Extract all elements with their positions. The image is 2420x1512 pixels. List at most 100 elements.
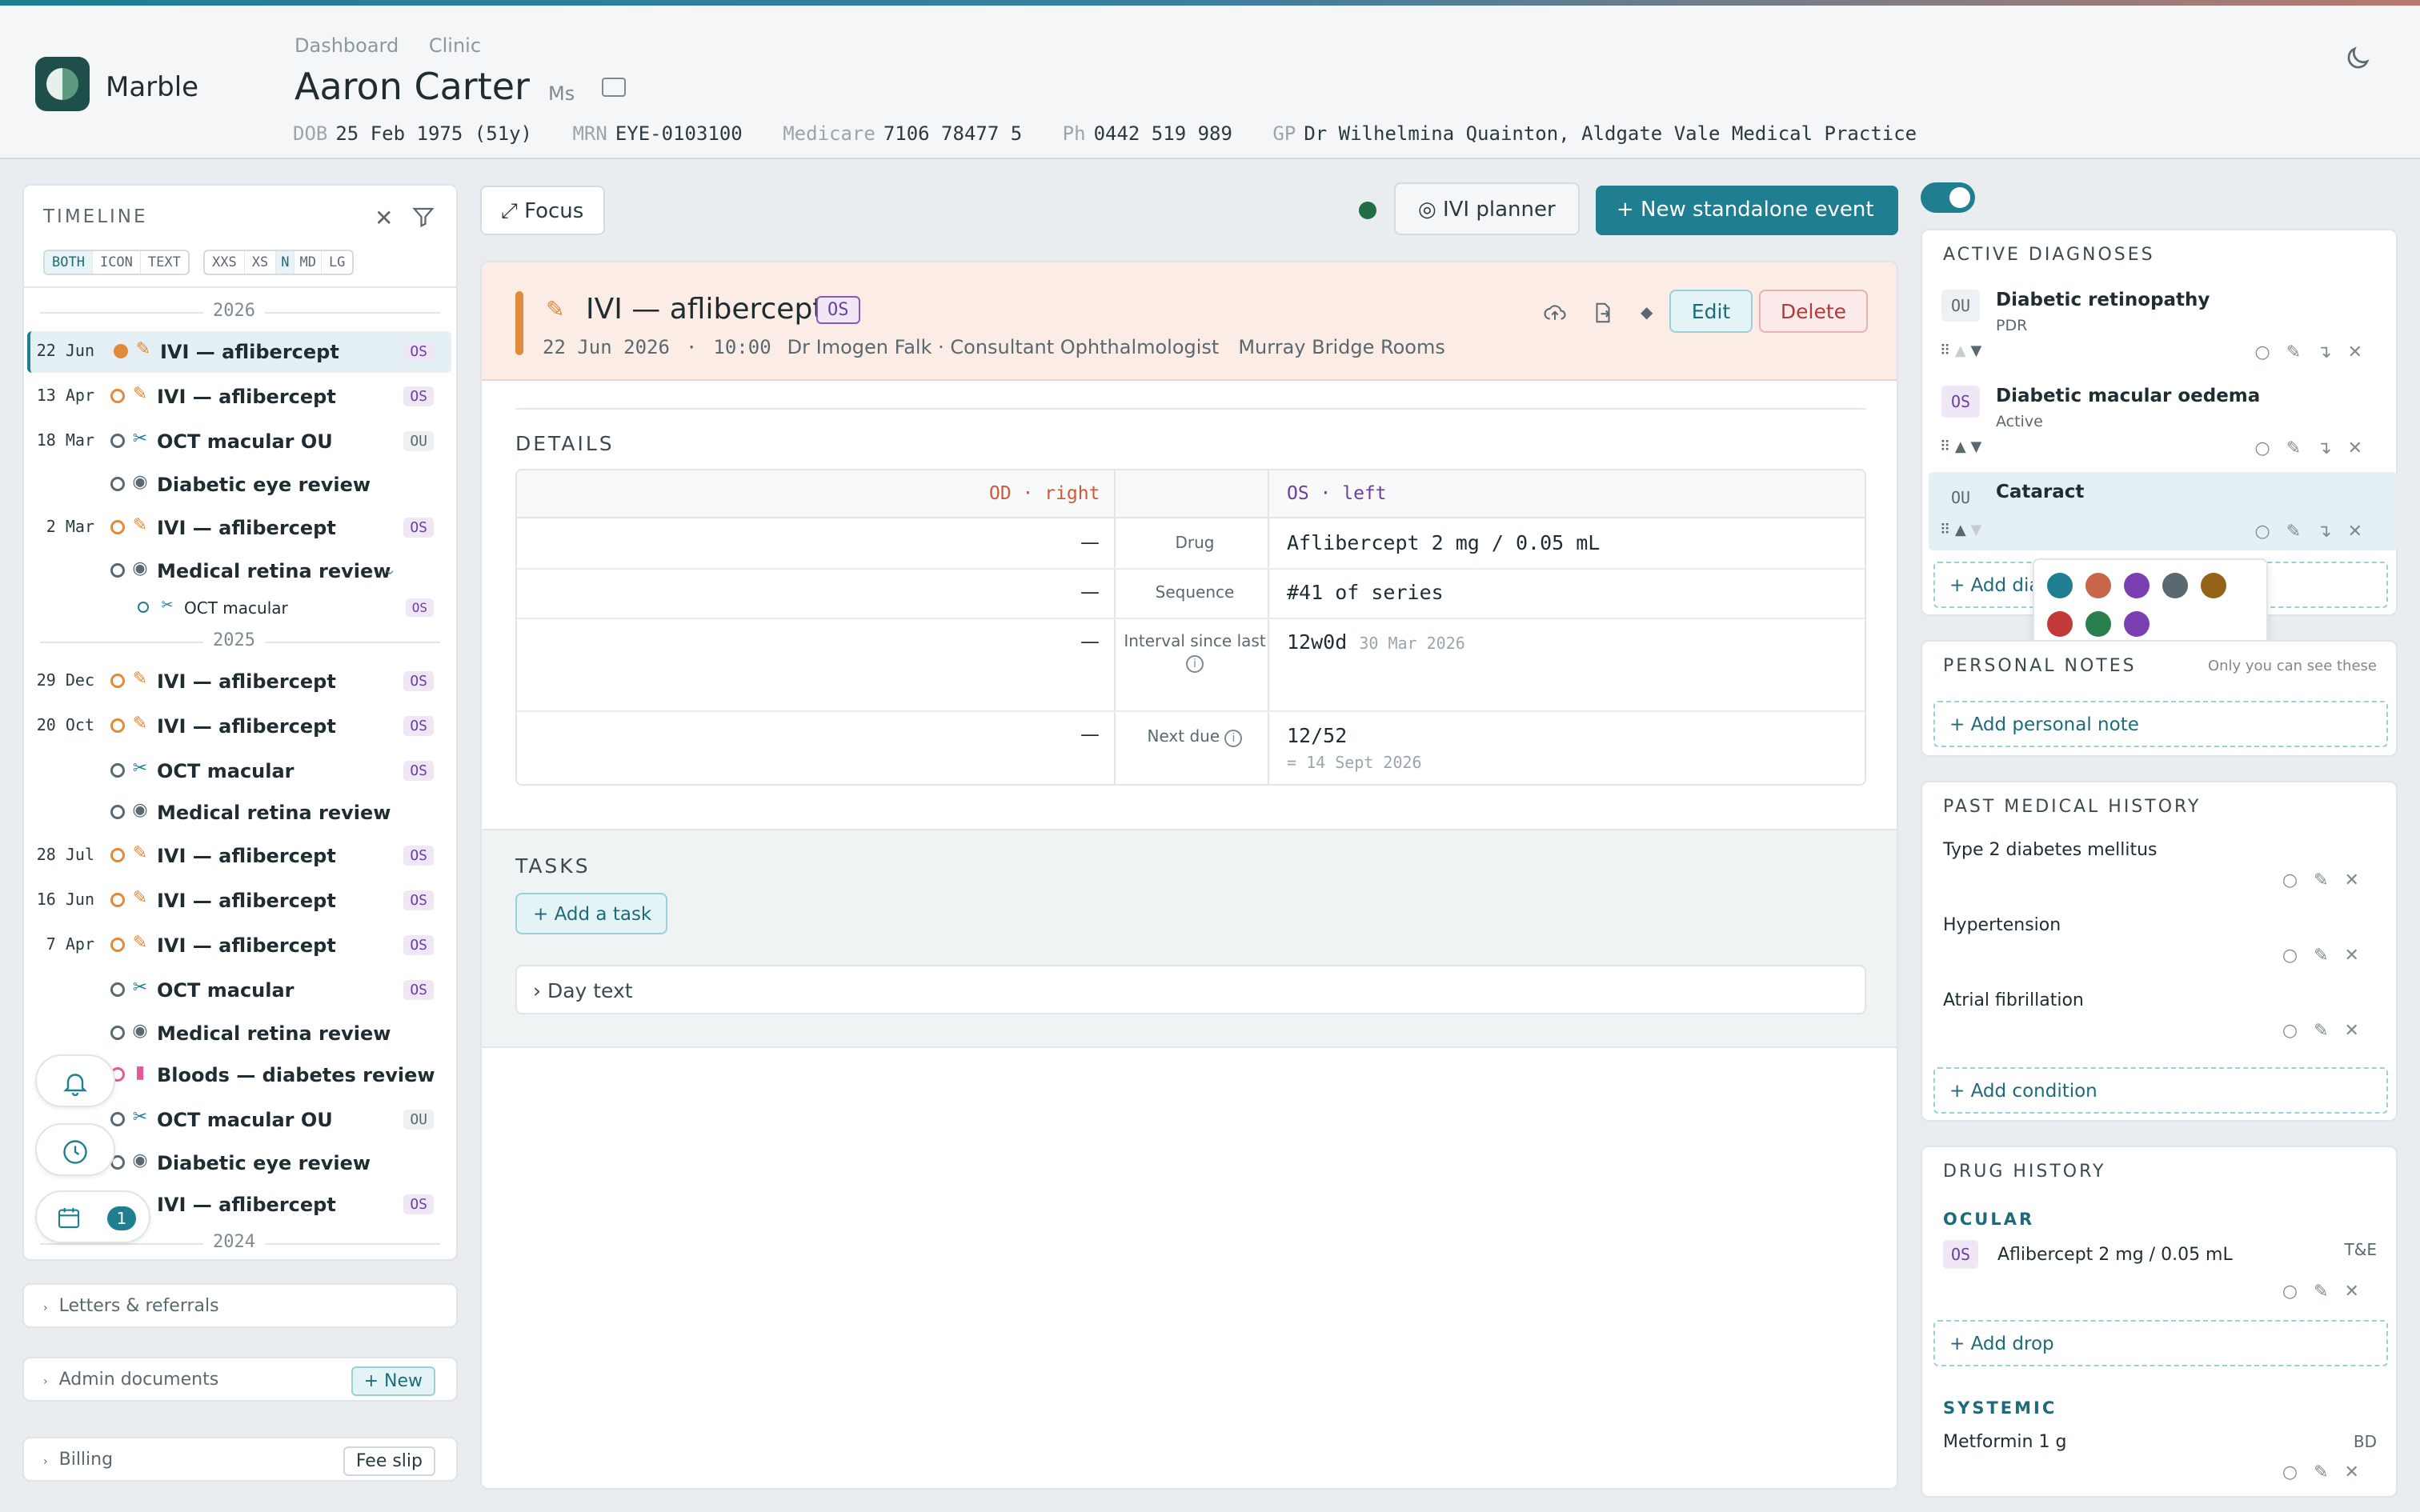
- od-drug-value: —: [1080, 531, 1100, 554]
- year-2026: 2026: [203, 301, 265, 321]
- os-drug-value: Aflibercept 2 mg / 0.05 mL: [1287, 531, 1601, 554]
- colour-swatch[interactable]: [2085, 611, 2111, 637]
- admin-documents-section[interactable]: › Admin documents + New: [22, 1357, 458, 1402]
- diagnosis-row[interactable]: OS Diabetic macular oedema Active ⠿ ▲ ▼ …: [1929, 376, 2398, 469]
- oct-scan-icon: ✂: [161, 597, 174, 614]
- gp-value: Dr Wilhelmina Quainton, Aldgate Vale Med…: [1304, 122, 1917, 145]
- new-standalone-event-button[interactable]: + New standalone event: [1596, 186, 1898, 235]
- info-icon[interactable]: i: [1224, 730, 1243, 747]
- drug-history-panel: DRUG HISTORY OCULAR OS Aflibercept 2 mg …: [1921, 1146, 2398, 1498]
- timeline-item[interactable]: 29 Dec ✎ IVI — aflibercept OS: [27, 661, 451, 702]
- timeline-item[interactable]: 2 Mar ✎ IVI — aflibercept OS: [27, 507, 451, 549]
- size-xxs[interactable]: XXS: [205, 251, 245, 274]
- colour-swatch[interactable]: [2047, 611, 2073, 637]
- info-icon[interactable]: i: [1186, 655, 1204, 673]
- timeline-item[interactable]: 22 Jun ✎ IVI — aflibercept OS: [27, 331, 451, 373]
- next-due-label: Next due i: [1119, 726, 1271, 747]
- eye-icon: ◉: [132, 1021, 148, 1041]
- size-md[interactable]: MD: [294, 251, 322, 274]
- colour-swatch[interactable]: [2047, 573, 2073, 598]
- eye-icon: ◉: [132, 558, 148, 578]
- colour-swatch[interactable]: [2201, 573, 2226, 598]
- oct-scan-icon: ✂: [132, 758, 148, 778]
- letters-referrals-section[interactable]: › Letters & referrals: [22, 1283, 458, 1328]
- timeline-item[interactable]: 20 Oct ✎ IVI — aflibercept OS: [27, 706, 451, 747]
- breadcrumb-clinic[interactable]: Clinic: [429, 34, 481, 57]
- timeline-item[interactable]: 16 Jun ✎ IVI — aflibercept OS: [27, 880, 451, 922]
- timeline-item[interactable]: ◉ Medical retina review: [27, 792, 451, 834]
- filter-icon[interactable]: [411, 205, 435, 229]
- colour-swatch[interactable]: [2162, 573, 2188, 598]
- edit-event-button[interactable]: Edit: [1669, 290, 1753, 333]
- diagnosis-actions[interactable]: ○✎↴✕: [2255, 522, 2379, 542]
- drug-actions[interactable]: ○✎✕: [2282, 1462, 2375, 1482]
- diagnosis-actions[interactable]: ○✎↴✕: [2255, 342, 2379, 362]
- past-medical-history-heading: PAST MEDICAL HISTORY: [1943, 797, 2202, 817]
- mode-icon[interactable]: ICON: [93, 251, 141, 274]
- timeline-item[interactable]: ✂ OCT macular OS: [27, 970, 451, 1011]
- size-n[interactable]: N: [276, 251, 295, 274]
- display-mode-toggle: BOTH ICON TEXT: [43, 250, 190, 275]
- breadcrumb: Dashboard Clinic: [294, 34, 505, 57]
- export-document-icon[interactable]: [1591, 301, 1615, 325]
- add-personal-note-button[interactable]: + Add personal note: [1933, 701, 2388, 747]
- mode-text[interactable]: TEXT: [141, 251, 188, 274]
- diagnosis-row[interactable]: OU Cataract ⠿ ▲ ▼ ○✎↴✕: [1929, 472, 2398, 550]
- drug-name: Metformin 1 g: [1943, 1432, 2067, 1452]
- sidebar-toggle[interactable]: [1921, 182, 1975, 213]
- day-text-toggle[interactable]: › Day text: [515, 965, 1866, 1014]
- ivi-planner-button[interactable]: ◎ IVI planner: [1394, 182, 1580, 235]
- fee-slip-button[interactable]: Fee slip: [343, 1446, 435, 1476]
- colour-swatch[interactable]: [2085, 573, 2111, 598]
- reorder-arrows-icon[interactable]: ⠿ ▲ ▼: [1940, 342, 1981, 359]
- event-detail-panel: ✎ IVI — aflibercept OS 22 Jun 2026 · 10:00…: [480, 261, 1898, 1490]
- diamond-icon[interactable]: ◆: [1641, 302, 1653, 322]
- od-sequence-value: —: [1080, 581, 1100, 603]
- reorder-arrows-icon[interactable]: ⠿ ▲ ▼: [1940, 438, 1981, 455]
- eye-badge: OU: [1941, 290, 1980, 322]
- size-xs[interactable]: XS: [245, 251, 277, 274]
- notifications-button[interactable]: [35, 1054, 115, 1107]
- eye-badge: OS: [816, 296, 860, 324]
- systemic-label: SYSTEMIC: [1943, 1398, 2057, 1418]
- calendar-button[interactable]: 1: [35, 1190, 150, 1243]
- history-button[interactable]: [35, 1123, 115, 1176]
- condition-actions[interactable]: ○✎✕: [2282, 1021, 2375, 1041]
- diagnosis-status: Active: [1996, 413, 2043, 430]
- od-next-due-value: —: [1080, 723, 1100, 746]
- focus-button[interactable]: ⤢ Focus: [480, 186, 605, 235]
- condition-actions[interactable]: ○✎✕: [2282, 946, 2375, 966]
- diagnosis-row[interactable]: OU Diabetic retinopathy PDR ⠿ ▲ ▼ ○✎↴✕: [1929, 280, 2398, 373]
- add-task-button[interactable]: + Add a task: [515, 893, 667, 934]
- marble-logo-icon[interactable]: [35, 57, 90, 111]
- timeline-item[interactable]: 7 Apr ✎ IVI — aflibercept OS: [27, 925, 451, 966]
- timeline-item[interactable]: 18 Mar ✂ OCT macular OU OU: [27, 421, 451, 462]
- timeline-item[interactable]: ◉ Diabetic eye review: [27, 464, 451, 506]
- new-admin-document-button[interactable]: + New: [351, 1366, 435, 1396]
- add-drop-button[interactable]: + Add drop: [1933, 1320, 2388, 1366]
- drug-actions[interactable]: ○✎✕: [2282, 1282, 2375, 1302]
- colour-swatch[interactable]: [2124, 573, 2150, 598]
- timeline-item[interactable]: ✂ OCT macular OS: [27, 750, 451, 792]
- add-condition-button[interactable]: + Add condition: [1933, 1067, 2388, 1114]
- timeline-item[interactable]: ◉ Medical retina review ⌄: [27, 550, 451, 592]
- size-lg[interactable]: LG: [322, 251, 352, 274]
- cloud-upload-icon[interactable]: [1543, 301, 1567, 325]
- year-2024: 2024: [203, 1232, 265, 1252]
- timeline-item[interactable]: 28 Jul ✎ IVI — aflibercept OS: [27, 835, 451, 877]
- condition-actions[interactable]: ○✎✕: [2282, 870, 2375, 890]
- timeline-item[interactable]: 13 Apr ✎ IVI — aflibercept OS: [27, 376, 451, 418]
- timeline-subitem[interactable]: ✂ OCT macular OS: [27, 590, 451, 626]
- billing-section[interactable]: › Billing Fee slip: [22, 1437, 458, 1482]
- reorder-arrows-icon[interactable]: ⠿ ▲ ▼: [1940, 522, 1981, 538]
- eye-badge: OS: [1941, 386, 1980, 418]
- timeline-item[interactable]: ◉ Medical retina review: [27, 1013, 451, 1054]
- colour-swatch[interactable]: [2124, 611, 2150, 637]
- dark-mode-moon-icon[interactable]: [2343, 44, 2372, 73]
- breadcrumb-dashboard[interactable]: Dashboard: [294, 34, 399, 57]
- id-card-icon[interactable]: [602, 78, 626, 97]
- delete-event-button[interactable]: Delete: [1759, 290, 1868, 333]
- diagnosis-actions[interactable]: ○✎↴✕: [2255, 438, 2379, 458]
- mode-both[interactable]: BOTH: [45, 251, 93, 274]
- collapse-icon[interactable]: ✕: [375, 205, 393, 231]
